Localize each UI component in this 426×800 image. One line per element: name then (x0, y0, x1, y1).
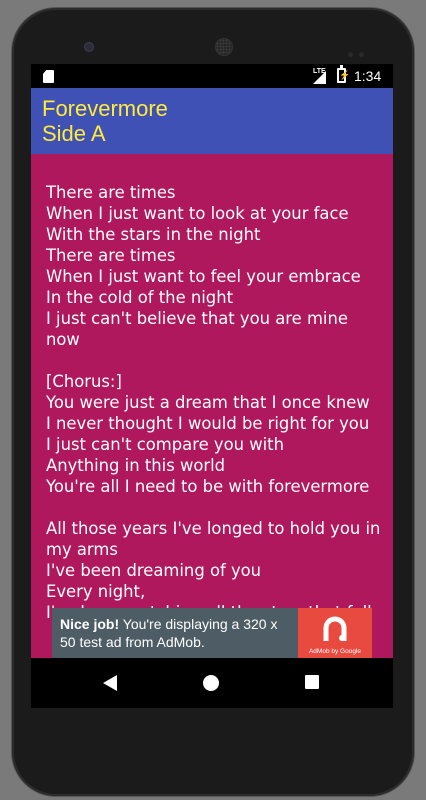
front-camera (84, 42, 94, 52)
page-title: Forevermore (42, 96, 168, 121)
ad-text-block: Nice job! You're displaying a 320 x 50 t… (52, 608, 298, 658)
home-icon[interactable] (203, 675, 219, 691)
clock: 1:34 (354, 68, 382, 84)
lyrics-scroll-view[interactable]: There are times When I just want to look… (31, 154, 393, 658)
navigation-bar (31, 658, 393, 708)
battery-icon: ⚡ (337, 65, 351, 83)
signal-icon (313, 71, 326, 84)
charging-bolt-icon: ⚡ (339, 70, 351, 80)
sd-card-icon (43, 70, 54, 83)
admob-banner[interactable]: Nice job! You're displaying a 320 x 50 t… (52, 608, 372, 658)
page-subtitle: Side A (42, 121, 106, 146)
proximity-sensors (348, 44, 374, 57)
admob-brand-label: AdMob by Google (308, 648, 362, 655)
screen: LTE ⚡ 1:34 Forevermore Side A There are … (31, 64, 393, 708)
admob-logo: AdMob by Google (298, 608, 372, 658)
admob-logo-icon (323, 616, 347, 641)
ad-headline: Nice job! (60, 616, 120, 632)
back-icon[interactable] (103, 675, 119, 691)
earpiece-speaker (215, 38, 233, 56)
recents-icon[interactable] (305, 675, 319, 689)
lyrics-text: There are times When I just want to look… (46, 183, 381, 622)
app-bar: Forevermore Side A (31, 88, 393, 154)
status-bar: LTE ⚡ 1:34 (31, 64, 393, 88)
